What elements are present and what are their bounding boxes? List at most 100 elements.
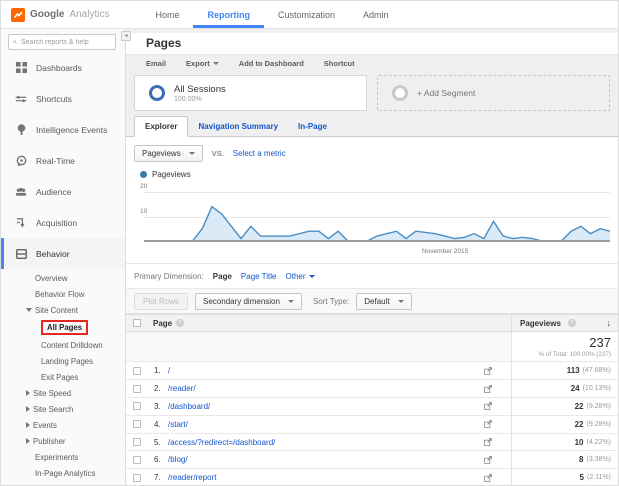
sidebar-item-label: Shortcuts bbox=[36, 93, 72, 104]
page-link[interactable]: /start/ bbox=[168, 420, 188, 429]
subnav-in-page-analytics[interactable]: In-Page Analytics bbox=[1, 465, 125, 481]
tab-explorer[interactable]: Explorer bbox=[134, 116, 189, 138]
chevron-expanded-icon bbox=[26, 308, 32, 312]
row-checkbox[interactable] bbox=[133, 420, 141, 429]
secondary-dimension-select[interactable]: Secondary dimension bbox=[195, 292, 302, 310]
subnav-exit-pages[interactable]: Exit Pages bbox=[1, 369, 125, 385]
behavior-subnav: Overview Behavior Flow Site Content All … bbox=[1, 270, 125, 481]
pageviews-area-chart-svg bbox=[144, 205, 610, 242]
subnav-site-content[interactable]: Site Content bbox=[1, 302, 125, 318]
all-pages-highlight: All Pages bbox=[41, 320, 89, 335]
pageviews-column-header[interactable]: Pageviews bbox=[520, 319, 561, 328]
main-content: Pages Email Export Add to Dashboard Shor… bbox=[126, 29, 618, 485]
table-row: 3. /dashboard/ 22 (9.28%) bbox=[126, 398, 618, 416]
sort-type-select[interactable]: Default bbox=[356, 292, 412, 310]
page-link[interactable]: /blog/ bbox=[168, 455, 188, 464]
open-page-external-link-icon[interactable] bbox=[484, 433, 492, 451]
open-page-external-link-icon[interactable] bbox=[484, 415, 492, 433]
metric-select[interactable]: Pageviews bbox=[134, 145, 203, 163]
help-icon[interactable]: ? bbox=[567, 319, 576, 328]
row-checkbox[interactable] bbox=[133, 384, 141, 393]
google-analytics-logo[interactable]: Google Analytics bbox=[11, 1, 109, 28]
plot-rows-button[interactable]: Plot Rows bbox=[134, 292, 189, 310]
x-axis-line bbox=[144, 240, 610, 243]
search-icon bbox=[13, 40, 17, 44]
row-checkbox[interactable] bbox=[133, 402, 141, 411]
audience-icon bbox=[15, 186, 27, 198]
help-icon[interactable]: ? bbox=[176, 319, 185, 328]
subnav-site-search[interactable]: Site Search bbox=[1, 401, 125, 417]
email-button[interactable]: Email bbox=[146, 59, 166, 68]
tab-navigation-summary[interactable]: Navigation Summary bbox=[188, 117, 288, 136]
nav-reporting[interactable]: Reporting bbox=[193, 1, 264, 28]
sort-type-label: Sort Type: bbox=[312, 296, 350, 306]
sidebar-item-label: Acquisition bbox=[36, 217, 78, 228]
acquisition-icon bbox=[15, 217, 27, 229]
page-title: Pages bbox=[146, 36, 182, 51]
subnav-experiments[interactable]: Experiments bbox=[1, 449, 125, 465]
vs-label: VS. bbox=[211, 149, 224, 159]
legend-label: Pageviews bbox=[152, 169, 191, 179]
search-box[interactable] bbox=[8, 34, 116, 50]
dimension-other[interactable]: Other bbox=[286, 272, 315, 281]
subnav-all-pages[interactable]: All Pages bbox=[1, 318, 125, 337]
open-page-external-link-icon[interactable] bbox=[484, 451, 492, 469]
subnav-landing-pages[interactable]: Landing Pages bbox=[1, 353, 125, 369]
sort-descending-icon[interactable]: ↓ bbox=[607, 318, 612, 328]
open-page-external-link-icon[interactable] bbox=[484, 380, 492, 398]
subnav-site-speed[interactable]: Site Speed bbox=[1, 385, 125, 401]
page-link[interactable]: /reader/ bbox=[168, 384, 196, 393]
subnav-content-drilldown[interactable]: Content Drilldown bbox=[1, 337, 125, 353]
segment-all-sessions[interactable]: All Sessions 100.00% bbox=[134, 75, 367, 112]
row-checkbox[interactable] bbox=[133, 473, 141, 482]
table-controls-row: Plot Rows Secondary dimension Sort Type:… bbox=[126, 288, 618, 315]
select-all-checkbox[interactable] bbox=[133, 319, 141, 328]
open-page-external-link-icon[interactable] bbox=[484, 362, 492, 380]
nav-customization[interactable]: Customization bbox=[264, 1, 349, 28]
row-checkbox[interactable] bbox=[133, 438, 141, 447]
search-input[interactable] bbox=[21, 38, 111, 46]
sidebar-item-behavior[interactable]: Behavior bbox=[1, 238, 125, 269]
segment-percent: 100.00% bbox=[174, 95, 202, 103]
add-segment-button[interactable]: + Add Segment bbox=[377, 75, 610, 112]
sidebar: ◂ Dashboards Shortcuts Intelligence Even… bbox=[1, 29, 131, 485]
row-checkbox[interactable] bbox=[133, 455, 141, 464]
open-page-external-link-icon[interactable] bbox=[484, 397, 492, 415]
sidebar-item-shortcuts[interactable]: Shortcuts bbox=[1, 83, 125, 114]
sidebar-item-dashboards[interactable]: Dashboards bbox=[1, 52, 125, 83]
row-checkbox[interactable] bbox=[133, 366, 141, 375]
export-button[interactable]: Export bbox=[186, 59, 219, 68]
subnav-events[interactable]: Events bbox=[1, 417, 125, 433]
table-row: 4. /start/ 22 (9.28%) bbox=[126, 415, 618, 434]
sidebar-item-intelligence-events[interactable]: Intelligence Events bbox=[1, 114, 125, 145]
select-a-metric-link[interactable]: Select a metric bbox=[233, 149, 286, 158]
nav-home[interactable]: Home bbox=[141, 1, 193, 28]
subnav-overview[interactable]: Overview bbox=[1, 270, 125, 286]
add-to-dashboard-button[interactable]: Add to Dashboard bbox=[239, 59, 304, 68]
caret-down-icon bbox=[188, 152, 195, 156]
subnav-behavior-flow[interactable]: Behavior Flow bbox=[1, 286, 125, 302]
sidebar-item-label: Behavior bbox=[36, 248, 70, 259]
page-column-header[interactable]: Page bbox=[153, 319, 172, 328]
dimension-page[interactable]: Page bbox=[213, 272, 232, 281]
caret-down-icon bbox=[397, 299, 404, 303]
sidebar-item-acquisition[interactable]: Acquisition bbox=[1, 207, 125, 238]
page-link[interactable]: / bbox=[168, 366, 170, 375]
sidebar-item-real-time[interactable]: Real-Time bbox=[1, 145, 125, 176]
open-page-external-link-icon[interactable] bbox=[484, 469, 492, 485]
segment-circle-icon bbox=[149, 85, 165, 102]
page-link[interactable]: /reader/report bbox=[168, 473, 216, 482]
page-link[interactable]: /dashboard/ bbox=[168, 402, 210, 411]
behavior-icon bbox=[15, 248, 27, 260]
sidebar-item-label: Intelligence Events bbox=[36, 124, 108, 135]
dimension-page-title[interactable]: Page Title bbox=[241, 272, 277, 281]
sidebar-item-audience[interactable]: Audience bbox=[1, 176, 125, 207]
sidebar-collapse-button[interactable]: ◂ bbox=[121, 31, 131, 41]
shortcut-button[interactable]: Shortcut bbox=[324, 59, 355, 68]
top-navigation: Home Reporting Customization Admin bbox=[141, 1, 402, 28]
tab-in-page[interactable]: In-Page bbox=[288, 117, 337, 136]
subnav-publisher[interactable]: Publisher bbox=[1, 433, 125, 449]
chart-legend: Pageviews bbox=[126, 163, 618, 179]
page-link[interactable]: /access/?redirect=/dashboard/ bbox=[168, 438, 275, 447]
nav-admin[interactable]: Admin bbox=[349, 1, 403, 28]
